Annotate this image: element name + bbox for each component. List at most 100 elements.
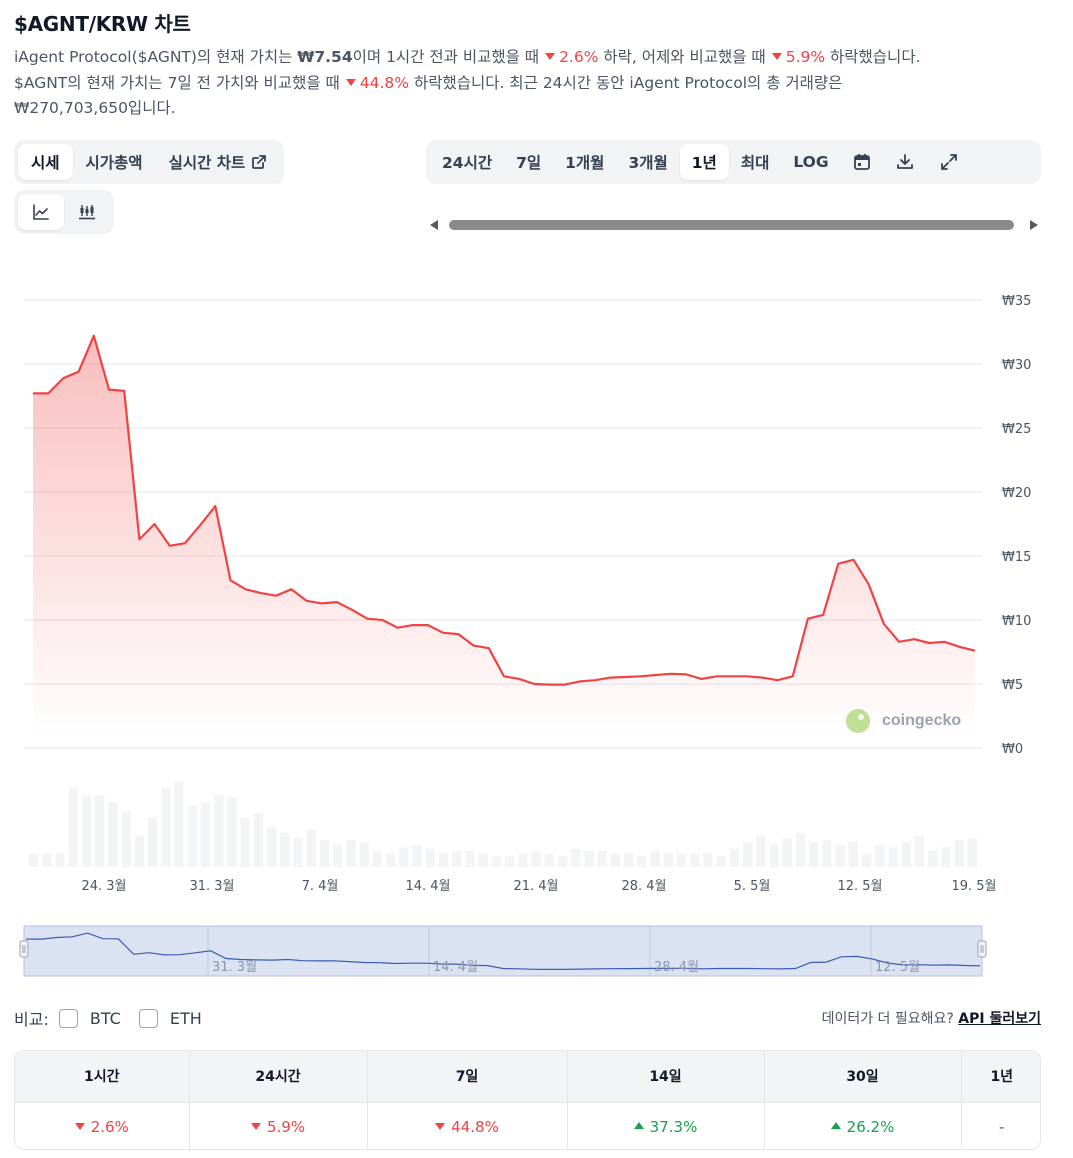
volume-bar	[518, 853, 528, 867]
volume-bar	[743, 841, 753, 867]
external-link-icon	[252, 155, 267, 169]
volume-bar	[597, 850, 607, 867]
y-tick-label: ₩25	[1002, 422, 1031, 437]
line-chart-button[interactable]	[18, 194, 64, 230]
range-label: 1개월	[565, 154, 605, 172]
volume-bar	[227, 796, 237, 867]
range-label: 24시간	[442, 154, 493, 172]
range-label: LOG	[793, 153, 829, 171]
scroll-left-icon[interactable]	[430, 220, 438, 230]
up-arrow-icon	[633, 1122, 644, 1130]
scroll-right-icon[interactable]	[1030, 220, 1038, 230]
api-link[interactable]: API 둘러보기	[958, 1011, 1041, 1027]
navigator-handle-left[interactable]	[19, 940, 29, 958]
btc-label[interactable]: BTC	[90, 1009, 121, 1028]
volume-bar	[967, 838, 977, 867]
chart-type-toggle	[14, 190, 114, 234]
range-7d[interactable]: 7일	[504, 144, 553, 180]
volume-bar	[491, 856, 501, 867]
volume-bar	[716, 856, 726, 867]
volume-bar	[425, 849, 435, 867]
header-1h: 1시간	[15, 1051, 190, 1102]
candlestick-button[interactable]	[64, 194, 110, 230]
down-arrow-icon	[74, 1122, 85, 1130]
price-chart[interactable]: ₩35 ₩30 ₩25 ₩20 ₩15 ₩10 ₩5 ₩0 coingecko 24. 3월 3…	[0, 260, 1073, 980]
navigator-tick-label: 14. 4월	[433, 960, 478, 975]
volume-bar	[452, 850, 462, 867]
volume-bar	[888, 847, 898, 867]
volume-bar	[121, 811, 131, 867]
volume-bar	[835, 844, 845, 867]
navigator[interactable]: 31. 3월 14. 4월 28. 4월 12. 5월	[19, 925, 987, 977]
change-1h: 2.6%	[559, 48, 599, 66]
volume-bar	[703, 853, 713, 867]
range-max[interactable]: 최대	[729, 144, 782, 180]
desc-text: iAgent Protocol($AGNT)의 현재 가치는	[14, 48, 298, 66]
fullscreen-button[interactable]	[927, 144, 971, 180]
volume-bar	[941, 847, 951, 867]
volume-bar	[55, 853, 65, 867]
table-header-row: 1시간 24시간 7일 14일 30일 1년	[15, 1051, 1040, 1102]
x-tick-label: 31. 3월	[189, 879, 234, 894]
tab-live-chart[interactable]: 실시간 차트	[156, 144, 281, 180]
tab-price[interactable]: 시세	[18, 144, 73, 180]
down-arrow-icon	[771, 53, 782, 60]
volume-bar	[862, 853, 872, 867]
performance-value: 37.3%	[649, 1117, 698, 1136]
scrollbar-thumb[interactable]	[449, 220, 1014, 230]
volume-bar	[465, 850, 475, 867]
x-tick-label: 7. 4월	[302, 879, 339, 894]
eth-checkbox[interactable]	[138, 1008, 158, 1028]
calendar-icon	[853, 154, 870, 170]
volume-bar	[663, 853, 673, 867]
coingecko-eye-icon	[858, 714, 864, 720]
performance-cell: 37.3%	[567, 1101, 765, 1149]
tab-label: 시세	[31, 154, 60, 172]
volume-bar	[214, 795, 224, 867]
eth-label[interactable]: ETH	[170, 1009, 202, 1028]
y-tick-label: ₩15	[1002, 550, 1031, 565]
volume-bar	[81, 795, 92, 867]
price-description: iAgent Protocol($AGNT)의 현재 가치는 ₩7.54이며 1…	[14, 45, 1054, 122]
volume-bar	[29, 853, 39, 867]
range-1m[interactable]: 1개월	[553, 144, 616, 180]
volume-bar	[610, 853, 620, 867]
navigator-tick-label: 31. 3월	[212, 960, 257, 975]
range-24h[interactable]: 24시간	[430, 144, 504, 180]
volume-bar	[306, 829, 316, 867]
volume-bar	[914, 835, 925, 867]
x-tick-label: 24. 3월	[81, 879, 126, 894]
watermark-text: coingecko	[882, 712, 961, 729]
volume-bar	[174, 781, 184, 867]
btc-checkbox[interactable]	[58, 1008, 78, 1028]
volume-bar	[848, 841, 858, 867]
range-log[interactable]: LOG	[781, 144, 840, 180]
desc-text: $AGNT의 현재 가치는 7일 전 가치와 비교했을 때	[14, 73, 340, 92]
volume-bar	[359, 841, 369, 867]
volume-bar	[200, 802, 211, 867]
range-3m[interactable]: 3개월	[616, 144, 679, 180]
tab-market-cap[interactable]: 시가총액	[73, 144, 156, 180]
performance-table: 1시간 24시간 7일 14일 30일 1년 2.6% 5.9% 44.8% 37.3…	[14, 1050, 1041, 1150]
desc-text: 하락했습니다.	[825, 48, 921, 66]
volume-bar	[438, 853, 449, 867]
desc-text: 이며 1시간 전과 비교했을 때	[352, 48, 540, 66]
range-1y[interactable]: 1년	[679, 144, 729, 180]
volume-bar	[187, 805, 197, 867]
volume-bar	[901, 841, 911, 867]
volume-bar	[148, 817, 158, 867]
volume-bar	[637, 856, 647, 867]
candlestick-icon	[79, 205, 95, 220]
volume-bar	[531, 850, 541, 867]
calendar-button[interactable]	[841, 144, 883, 180]
chart-range-scrollbar[interactable]	[430, 217, 1040, 233]
volume-bar	[795, 832, 806, 867]
volume-bar	[505, 856, 515, 867]
x-tick-label: 12. 5월	[837, 879, 882, 894]
volume-bar	[333, 844, 343, 867]
download-button[interactable]	[883, 144, 927, 180]
volume-bar	[319, 840, 330, 867]
volume-bar	[769, 844, 779, 867]
y-axis-labels: ₩35 ₩30 ₩25 ₩20 ₩15 ₩10 ₩5 ₩0	[1002, 294, 1031, 757]
navigator-handle-right[interactable]	[977, 940, 987, 958]
